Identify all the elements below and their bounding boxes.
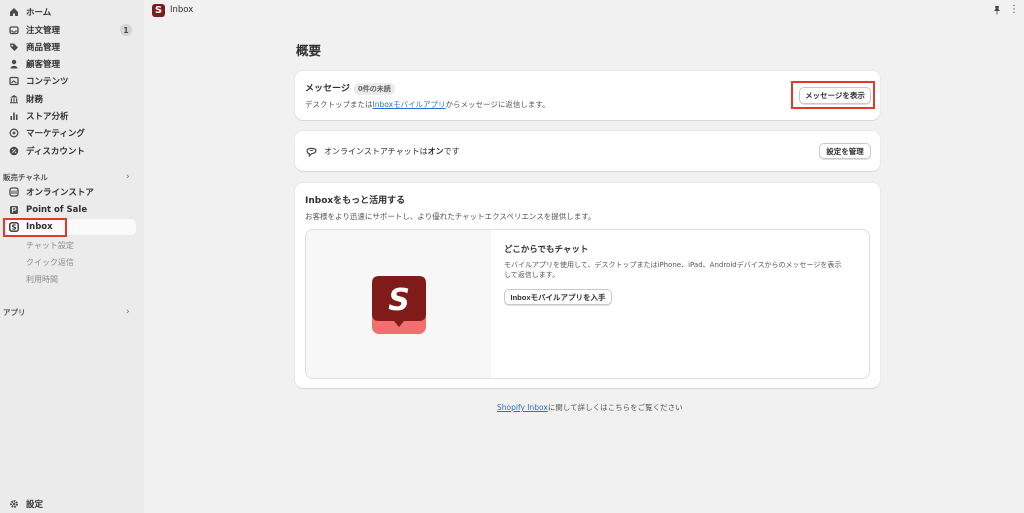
nav-content[interactable]: コンテンツ (6, 73, 136, 89)
chat-status-prefix: オンラインストアチャットは (324, 147, 428, 156)
person-icon (9, 59, 19, 69)
promo-title: Inboxをもっと活用する (305, 196, 406, 206)
app-title: Inbox (170, 5, 194, 15)
messages-desc-prefix: デスクトップまたは (305, 100, 373, 109)
nav-customers[interactable]: 顧客管理 (6, 56, 136, 72)
messages-heading: メッセージ 0件の未読 (305, 81, 395, 95)
nav-analytics-label: ストア分析 (26, 112, 69, 122)
chevron-right-icon[interactable]: › (126, 172, 130, 182)
inbox-logo-icon: S (152, 4, 165, 17)
nav-marketing[interactable]: マーケティング (6, 125, 136, 141)
logo-letter: S (388, 283, 410, 318)
sub-quick-replies[interactable]: クイック返信 (26, 257, 74, 268)
inbox-highlight-box (3, 218, 67, 237)
home-icon (9, 7, 19, 17)
channel-pos-label: Point of Sale (26, 205, 88, 215)
promo-subtitle: お客様をより迅速にサポートし、より優れたチャットエクスペリエンスを提供します。 (305, 212, 596, 221)
apps-title: アプリ (3, 308, 26, 317)
nav-orders[interactable]: 注文管理 1 (6, 22, 136, 38)
inbox-tray-icon (9, 25, 19, 35)
footer-learn-more: Shopify Inboxに関して詳しくはこちらをご覧ください (497, 402, 683, 413)
channel-online-store-label: オンラインストア (26, 188, 94, 198)
orders-count-badge: 1 (120, 24, 132, 36)
nav-products-label: 商品管理 (26, 43, 61, 53)
inbox-mobile-app-link[interactable]: Inboxモバイルアプリ (373, 100, 446, 109)
shopify-inbox-link[interactable]: Shopify Inbox (497, 403, 548, 412)
messages-desc-suffix: からメッセージに返信します。 (445, 100, 550, 109)
sales-channels-title: 販売チャネル (3, 173, 48, 182)
nav-settings[interactable]: 設定 (6, 496, 136, 512)
nav-customers-label: 顧客管理 (26, 60, 61, 70)
promo-box-desc-line1: モバイルアプリを使用して、デスクトップまたはiPhone、iPad、Androi… (504, 261, 842, 269)
bar-chart-icon (9, 111, 19, 121)
nav-finance[interactable]: 財務 (6, 91, 136, 107)
chat-bubble-icon (306, 147, 317, 157)
nav-home-label: ホーム (26, 8, 52, 18)
shopify-inbox-logo-icon: S (372, 276, 426, 334)
chevron-right-icon[interactable]: › (126, 307, 130, 317)
gear-icon (9, 499, 19, 509)
chat-status-suffix: です (443, 147, 460, 156)
image-icon (9, 76, 19, 86)
nav-orders-label: 注文管理 (26, 26, 61, 36)
messages-title: メッセージ (305, 84, 350, 94)
store-icon (9, 187, 19, 197)
sidebar: ホーム 注文管理 1 商品管理 顧客管理 コンテンツ 財務 ストア分析 マーケテ… (0, 0, 144, 513)
promo-inner-box: S どこからでもチャット モバイルアプリを使用して、デスクトップまたはiPhon… (305, 229, 870, 379)
pos-icon (9, 205, 19, 215)
channel-pos[interactable]: Point of Sale (6, 202, 136, 218)
nav-home[interactable]: ホーム (6, 4, 136, 20)
promo-illustration-panel: S (306, 230, 491, 378)
get-mobile-app-button[interactable]: Inboxモバイルアプリを入手 (504, 289, 612, 305)
target-icon (9, 128, 19, 138)
footer-suffix: に関して詳しくはこちらをご覧ください (547, 403, 683, 412)
bank-icon (9, 94, 19, 104)
sub-hours[interactable]: 利用時間 (26, 274, 58, 285)
nav-discounts-label: ディスカウント (26, 147, 85, 157)
nav-analytics[interactable]: ストア分析 (6, 108, 136, 124)
nav-products[interactable]: 商品管理 (6, 39, 136, 55)
unread-badge: 0件の未読 (353, 83, 395, 95)
chat-status-card: オンラインストアチャットはオンです 設定を管理 (295, 131, 880, 171)
nav-content-label: コンテンツ (26, 77, 69, 87)
chat-status-on: オン (427, 147, 444, 156)
promo-card: Inboxをもっと活用する お客様をより迅速にサポートし、より優れたチャットエク… (295, 183, 880, 388)
discount-icon (9, 146, 19, 156)
nav-discounts[interactable]: ディスカウント (6, 143, 136, 159)
tag-icon (9, 42, 19, 52)
more-options-icon[interactable]: ⋮ (1009, 4, 1019, 15)
promo-box-desc-line2: して返信します。 (504, 271, 560, 279)
top-bar: S Inbox ⋮ (144, 0, 1024, 22)
sub-chat-settings[interactable]: チャット設定 (26, 240, 74, 251)
channel-online-store[interactable]: オンラインストア (6, 184, 136, 200)
pin-icon[interactable] (992, 5, 1002, 15)
nav-finance-label: 財務 (26, 95, 44, 105)
view-messages-highlight-box (791, 81, 875, 109)
nav-settings-label: 設定 (26, 500, 44, 510)
messages-description: デスクトップまたはInboxモバイルアプリからメッセージに返信します。 (305, 99, 550, 110)
promo-box-title: どこからでもチャット (504, 245, 589, 255)
manage-settings-button[interactable]: 設定を管理 (819, 143, 871, 159)
page-title: 概要 (296, 43, 322, 58)
chat-status-text: オンラインストアチャットはオンです (324, 146, 460, 157)
nav-marketing-label: マーケティング (26, 129, 85, 139)
